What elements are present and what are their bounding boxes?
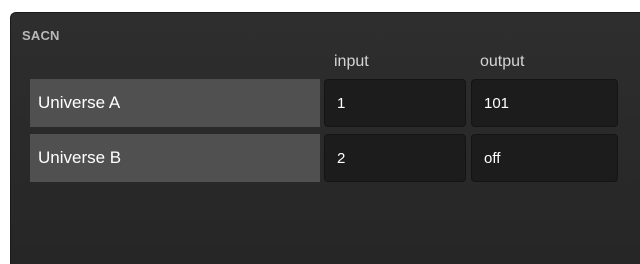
universe-b-output-field[interactable]: off	[471, 134, 618, 182]
input-column-header: input	[334, 53, 369, 70]
section-title: SACN	[22, 28, 60, 43]
universe-b-input-field[interactable]: 2	[324, 134, 466, 182]
output-column-header: output	[480, 53, 525, 70]
universe-a-label: Universe A	[30, 79, 320, 127]
universe-a-output-field[interactable]: 101	[471, 79, 618, 127]
universe-a-input-field[interactable]: 1	[324, 79, 466, 127]
universe-b-label: Universe B	[30, 134, 320, 182]
